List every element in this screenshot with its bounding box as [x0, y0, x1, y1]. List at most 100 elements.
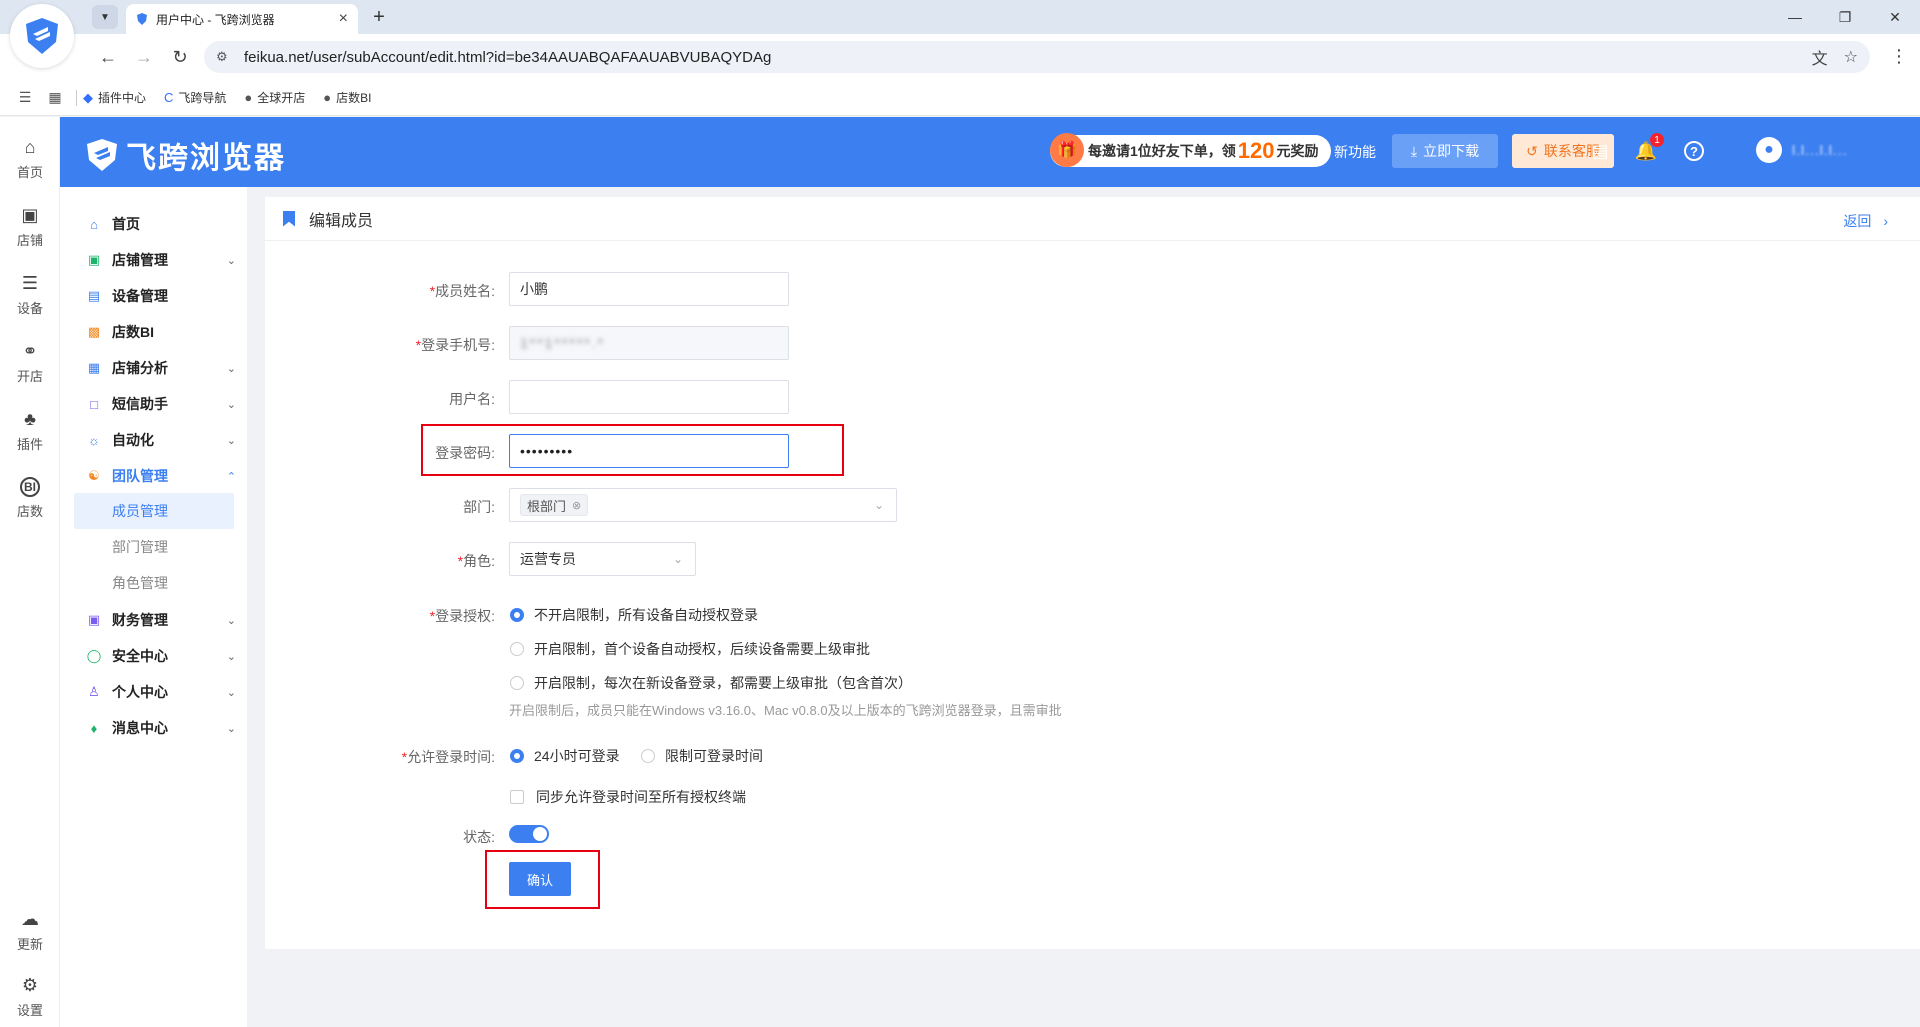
rail-plugin[interactable]: ♣ 插件 — [0, 409, 60, 453]
menu-security-center[interactable]: ◯ 安全中心 ⌄ — [86, 645, 236, 667]
translate-icon[interactable]: 文 — [1812, 45, 1828, 69]
menu-sms-assistant[interactable]: □ 短信助手 ⌄ — [86, 393, 236, 415]
server-icon: ▤ — [87, 288, 101, 303]
auth-option-first-device[interactable]: 开启限制，首个设备自动授权，后续设备需要上级审批 — [510, 639, 870, 659]
chevron-down-icon: ⌄ — [226, 254, 236, 267]
puzzle-icon: ♣ — [24, 409, 36, 429]
cloud-upload-icon: ☁ — [21, 909, 39, 929]
radio-unselected — [510, 676, 524, 690]
help-icon[interactable]: ? — [1682, 139, 1706, 163]
bookmark-star-icon[interactable]: ☆ — [1844, 47, 1858, 67]
rail-store[interactable]: ▣ 店铺 — [0, 205, 60, 249]
submenu-member-management[interactable]: 成员管理 — [74, 493, 234, 529]
menu-personal-center[interactable]: ♙ 个人中心 ⌄ — [86, 681, 236, 703]
radio-unselected — [641, 749, 655, 763]
rail-settings[interactable]: ⚙ 设置 — [0, 975, 60, 1019]
invite-promo-banner[interactable]: 🎁 每邀请1位好友下单，领 120 元奖励 — [1050, 133, 1331, 167]
browser-logo[interactable] — [10, 4, 74, 68]
tab-close-icon[interactable]: × — [339, 10, 348, 28]
menu-device-management[interactable]: ▤ 设备管理 — [86, 285, 236, 307]
new-feature-link[interactable]: 新功能 — [1334, 142, 1376, 162]
bell-icon[interactable]: 🔔 1 — [1634, 133, 1664, 163]
role-select[interactable]: 运营专员 ⌄ — [509, 542, 696, 576]
menu-team-management[interactable]: ☯ 团队管理 ⌃ — [86, 465, 236, 487]
promo-amount: 120 — [1237, 138, 1275, 163]
submenu-department-management[interactable]: 部门管理 — [74, 529, 234, 565]
sun-icon: ☼ — [88, 432, 100, 448]
link-icon: C — [164, 90, 174, 105]
rail-bi[interactable]: BI 店数 — [0, 477, 60, 520]
message-icon: □ — [90, 396, 98, 412]
auth-option-every-device[interactable]: 开启限制，每次在新设备登录，都需要上级审批（包含首次） — [510, 673, 912, 693]
user-avatar-icon[interactable]: ● — [1756, 137, 1782, 163]
chevron-down-icon: ⌄ — [226, 434, 236, 447]
url-field[interactable]: ⚙ feikua.net/user/subAccount/edit.html?i… — [204, 41, 1870, 73]
team-icon: ☯ — [88, 468, 100, 483]
bookmark-plugin-center[interactable]: ◆ 插件中心 — [83, 89, 146, 106]
submenu-role-management[interactable]: 角色管理 — [74, 565, 234, 601]
chevron-down-icon: ▼ — [100, 11, 110, 23]
rail-device[interactable]: ☰ 设备 — [0, 273, 60, 317]
home-icon: ⌂ — [90, 216, 98, 232]
browser-tab-active[interactable]: 用户中心 - 飞跨浏览器 × — [126, 4, 358, 34]
menu-store-management[interactable]: ▣ 店铺管理 ⌄ — [86, 249, 236, 271]
window-controls: — ❐ ✕ — [1770, 0, 1920, 34]
menu-store-analysis[interactable]: ▦ 店铺分析 ⌄ — [86, 357, 236, 379]
planet-icon: ⚭ — [22, 341, 38, 361]
role-label: *角色: — [457, 553, 495, 569]
close-window-icon[interactable]: ✕ — [1870, 0, 1920, 34]
wallet-icon: ▣ — [87, 612, 101, 627]
department-select[interactable]: 根部门 ⊗ ⌄ — [509, 488, 897, 522]
login-phone-input[interactable]: 1**1*****.* — [509, 326, 789, 360]
apps-grid-icon[interactable]: ▦ — [40, 89, 70, 106]
reload-icon[interactable]: ↻ — [166, 43, 194, 71]
minimize-icon[interactable]: — — [1770, 0, 1820, 34]
user-icon: ♙ — [88, 684, 100, 699]
bookmark-feikua-nav[interactable]: C 飞跨导航 — [164, 89, 226, 106]
back-arrow-icon[interactable]: ← — [94, 43, 122, 71]
menu-message-center[interactable]: ♦ 消息中心 ⌄ — [86, 717, 236, 739]
chevron-up-icon: ⌃ — [226, 470, 236, 483]
forward-arrow-icon[interactable]: → — [130, 43, 158, 71]
time-option-24h[interactable]: 24小时可登录 — [510, 746, 620, 766]
auth-option-unrestricted[interactable]: 不开启限制，所有设备自动授权登录 — [510, 605, 758, 625]
sync-login-time-checkbox[interactable]: 同步允许登录时间至所有授权终端 — [510, 787, 746, 807]
checkbox — [510, 790, 524, 804]
globe-icon: ● — [323, 90, 332, 105]
brand-logo[interactable]: 飞跨浏览器 — [84, 133, 286, 177]
globe-icon: ● — [244, 90, 253, 105]
sidebar-toggle-icon[interactable]: ☰ — [10, 89, 40, 106]
browser-menu-icon[interactable]: ⋮ — [1890, 46, 1908, 67]
back-link[interactable]: 返回 › — [1843, 211, 1888, 231]
page-title: 编辑成员 — [309, 212, 374, 230]
tab-list-dropdown[interactable]: ▼ — [92, 5, 118, 29]
highlight-box-confirm — [485, 850, 600, 909]
document-icon[interactable]: ▤ — [1588, 139, 1612, 163]
phone-label: *登录手机号: — [415, 337, 495, 353]
bookmark-global-store[interactable]: ● 全球开店 — [244, 89, 305, 106]
rail-home[interactable]: ⌂ 首页 — [0, 137, 60, 181]
username[interactable]: l.l...l.l... — [1792, 142, 1848, 158]
download-button[interactable]: ⤓ 立即下载 — [1392, 134, 1498, 168]
member-name-input[interactable]: 小鹏 — [509, 272, 789, 306]
menu-finance-management[interactable]: ▣ 财务管理 ⌄ — [86, 609, 236, 631]
time-option-restricted[interactable]: 限制可登录时间 — [641, 746, 763, 766]
radio-selected — [510, 749, 524, 763]
status-toggle[interactable] — [509, 825, 549, 843]
site-info-icon[interactable]: ⚙ — [216, 49, 234, 65]
bookmark-store-bi[interactable]: ● 店数BI — [323, 89, 371, 106]
menu-automation[interactable]: ☼ 自动化 ⌄ — [86, 429, 236, 451]
username-input[interactable] — [509, 380, 789, 414]
tab-title: 用户中心 - 飞跨浏览器 — [156, 12, 275, 27]
tag-close-icon[interactable]: ⊗ — [572, 499, 581, 512]
menu-home[interactable]: ⌂ 首页 — [86, 213, 236, 235]
menu-store-bi[interactable]: ▩ 店数BI — [86, 321, 236, 343]
rail-update[interactable]: ☁ 更新 — [0, 909, 60, 953]
chevron-down-icon: ⌄ — [226, 722, 236, 735]
new-tab-button[interactable]: + — [366, 4, 392, 30]
department-label: 部门: — [463, 499, 495, 515]
chevron-down-icon: ⌄ — [672, 552, 683, 566]
rail-open-store[interactable]: ⚭ 开店 — [0, 341, 60, 385]
restore-icon[interactable]: ❐ — [1820, 0, 1870, 34]
bookmarks-bar: ☰ ▦ ◆ 插件中心 C 飞跨导航 ● 全球开店 ● 店数BI — [0, 80, 1920, 116]
